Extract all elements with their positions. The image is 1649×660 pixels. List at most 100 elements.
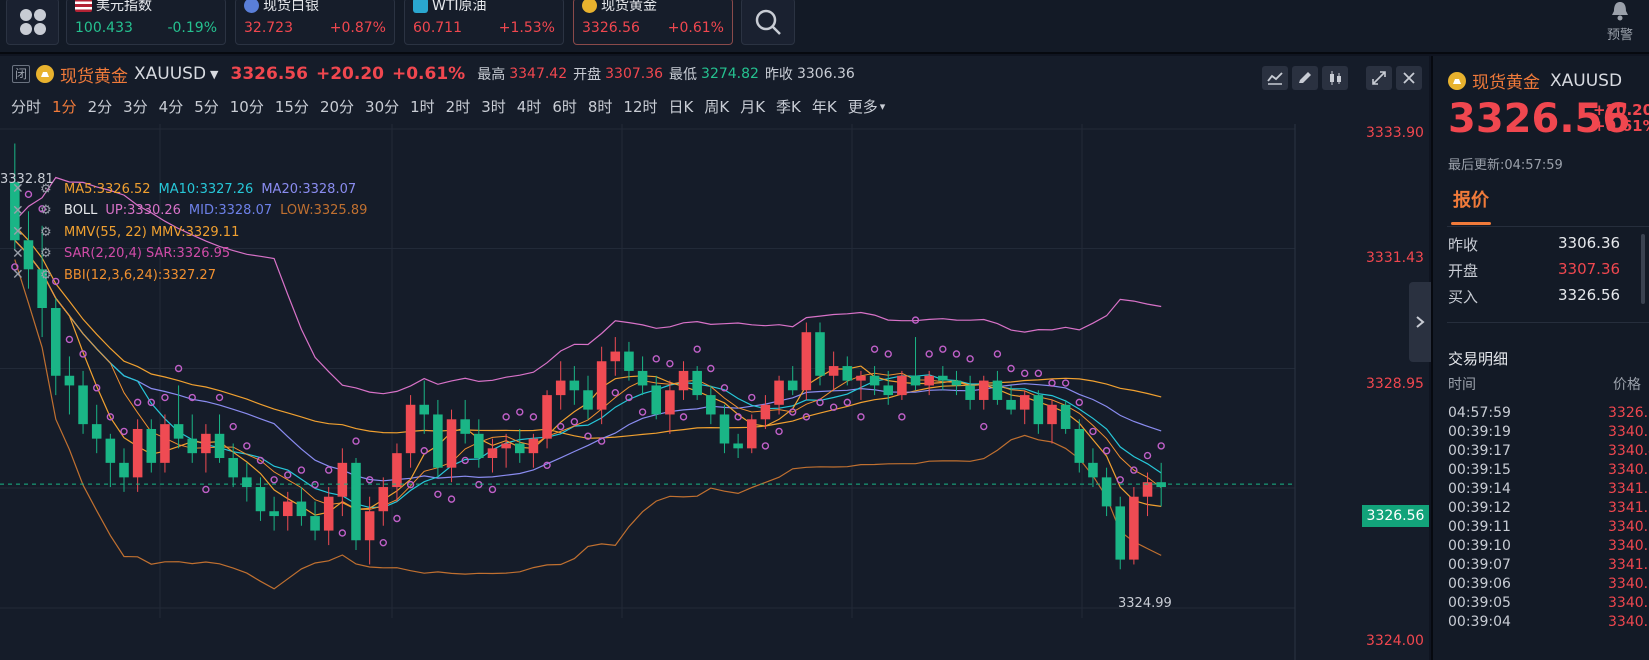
prev-close-label: 昨收	[764, 67, 793, 83]
timeframe-5[interactable]: 5分	[194, 96, 219, 117]
symbol-dropdown-icon[interactable]: ▼	[210, 68, 218, 81]
timeframe-22[interactable]: 更多	[848, 96, 878, 117]
ticker-wti-oil[interactable]: WTI原油 60.711 +1.53%	[404, 0, 564, 45]
candle-body	[528, 438, 539, 454]
sar-dot	[502, 413, 510, 421]
draw-tool-button[interactable]	[1292, 66, 1318, 90]
indicator-row: ✕ ⚙ BBI(12,3,6,24):3327.27	[0, 264, 216, 286]
indicator-tool-button[interactable]	[1262, 66, 1288, 90]
symbol-name[interactable]: 现货黄金	[60, 62, 128, 87]
remove-indicator-icon[interactable]: ✕	[12, 267, 28, 283]
candle-body	[214, 433, 225, 459]
ticker-price: 3326.56	[582, 20, 640, 36]
indicator-value: BBI(12,3,6,24):3327.27	[64, 267, 216, 283]
ticker-usd-index[interactable]: 美元指数 100.433 -0.19%	[66, 0, 226, 45]
timeframe-19[interactable]: 月K	[740, 96, 765, 117]
candle-body	[938, 375, 948, 381]
sar-dot	[379, 538, 387, 547]
candle-body	[1101, 477, 1112, 507]
candle-body	[992, 380, 1003, 400]
timeframe-0[interactable]: 分时	[11, 96, 41, 117]
timeframe-7[interactable]: 15分	[275, 96, 309, 117]
timeframe-1[interactable]: 1分	[52, 96, 77, 117]
candle-body	[1033, 395, 1044, 425]
trade-time: 00:39:14	[1448, 481, 1511, 497]
close-panel-button[interactable]	[1396, 66, 1422, 90]
ticker-gold[interactable]: 现货黄金 3326.56 +0.61%	[573, 0, 733, 45]
symbol-code[interactable]: XAUUSD	[134, 64, 206, 84]
candle-body	[828, 366, 839, 376]
sar-dot	[516, 408, 524, 416]
timeframe-16[interactable]: 12时	[623, 96, 657, 117]
candle-body	[173, 424, 184, 439]
trade-price: 3340.40	[1608, 443, 1649, 459]
quote-value: 3326.56	[1558, 286, 1621, 304]
close-chart-button[interactable]: 闭	[12, 65, 30, 83]
remove-indicator-icon[interactable]: ✕	[12, 224, 28, 240]
sar-dot	[925, 350, 933, 358]
sar-dot	[133, 398, 142, 407]
fullscreen-button[interactable]	[1366, 66, 1392, 90]
trade-row: 00:39:17 3340.40	[1433, 443, 1649, 462]
ticker-silver[interactable]: 现货白银 32.723 +0.87%	[235, 0, 395, 45]
apps-button[interactable]	[6, 0, 59, 45]
candle-body	[119, 462, 129, 478]
more-dropdown-icon[interactable]: ▾	[880, 100, 886, 113]
scrollbar[interactable]	[1641, 234, 1645, 304]
sar-dot	[202, 485, 210, 494]
candle-body	[801, 332, 812, 391]
trade-price: 3340.77	[1608, 595, 1649, 611]
timeframe-8[interactable]: 20分	[320, 96, 354, 117]
timeframe-18[interactable]: 周K	[704, 96, 729, 117]
candle-body	[296, 501, 307, 517]
candle-body	[774, 380, 784, 405]
candle-type-button[interactable]	[1322, 66, 1348, 90]
timeframe-10[interactable]: 1时	[410, 96, 435, 117]
ticker-price: 100.433	[75, 20, 133, 36]
alert-button[interactable]: 预警	[1600, 0, 1640, 50]
remove-indicator-icon[interactable]: ✕	[12, 246, 28, 262]
indicator-settings-icon[interactable]: ⚙	[40, 203, 56, 218]
quote-label: 买入	[1448, 288, 1479, 306]
timeframe-17[interactable]: 日K	[669, 96, 694, 117]
timeframe-21[interactable]: 年K	[812, 96, 837, 117]
tab-quote[interactable]: 报价	[1453, 186, 1489, 212]
candle-body	[1129, 496, 1139, 560]
timeframe-15[interactable]: 8时	[588, 96, 613, 117]
timeframe-14[interactable]: 6时	[552, 96, 577, 117]
timeframe-13[interactable]: 4时	[517, 96, 542, 117]
sar-dot	[65, 335, 74, 344]
sar-dot	[557, 422, 565, 431]
tab-indicator	[1451, 222, 1491, 225]
sar-dot	[761, 442, 770, 450]
current-price-tag: 3326.56	[1362, 505, 1429, 527]
sar-dot	[652, 355, 660, 363]
expand-side-panel-button[interactable]	[1409, 282, 1431, 362]
ticker-name: 美元指数	[96, 0, 152, 14]
timeframe-20[interactable]: 季K	[776, 96, 801, 117]
indicator-value: UP:3330.26	[105, 203, 181, 218]
trade-time: 00:39:17	[1448, 443, 1511, 459]
indicator-settings-icon[interactable]: ⚙	[40, 225, 56, 240]
expand-icon	[1372, 71, 1386, 85]
timeframe-6[interactable]: 10分	[230, 96, 264, 117]
trade-time: 00:39:12	[1448, 500, 1511, 516]
timeframe-2[interactable]: 2分	[88, 96, 113, 117]
timeframe-3[interactable]: 3分	[123, 96, 148, 117]
quote-header: 现货黄金 XAUUSD	[1448, 68, 1622, 93]
timeframe-4[interactable]: 4分	[159, 96, 184, 117]
search-button[interactable]	[741, 0, 795, 45]
sar-dot	[1089, 427, 1097, 436]
indicator-settings-icon[interactable]: ⚙	[40, 268, 56, 283]
remove-indicator-icon[interactable]: ✕	[12, 203, 28, 219]
candle-body	[978, 380, 989, 400]
timeframe-11[interactable]: 2时	[446, 96, 471, 117]
last-price: 3326.56	[230, 64, 308, 84]
gold-coin-icon	[1448, 71, 1466, 90]
indicator-settings-icon[interactable]: ⚙	[40, 246, 56, 261]
candle-body	[583, 390, 593, 410]
timeframe-9[interactable]: 30分	[365, 96, 399, 117]
sar-dot	[638, 408, 647, 416]
timeframe-12[interactable]: 3时	[481, 96, 506, 117]
trade-row: 00:39:11 3340.98	[1433, 519, 1649, 538]
